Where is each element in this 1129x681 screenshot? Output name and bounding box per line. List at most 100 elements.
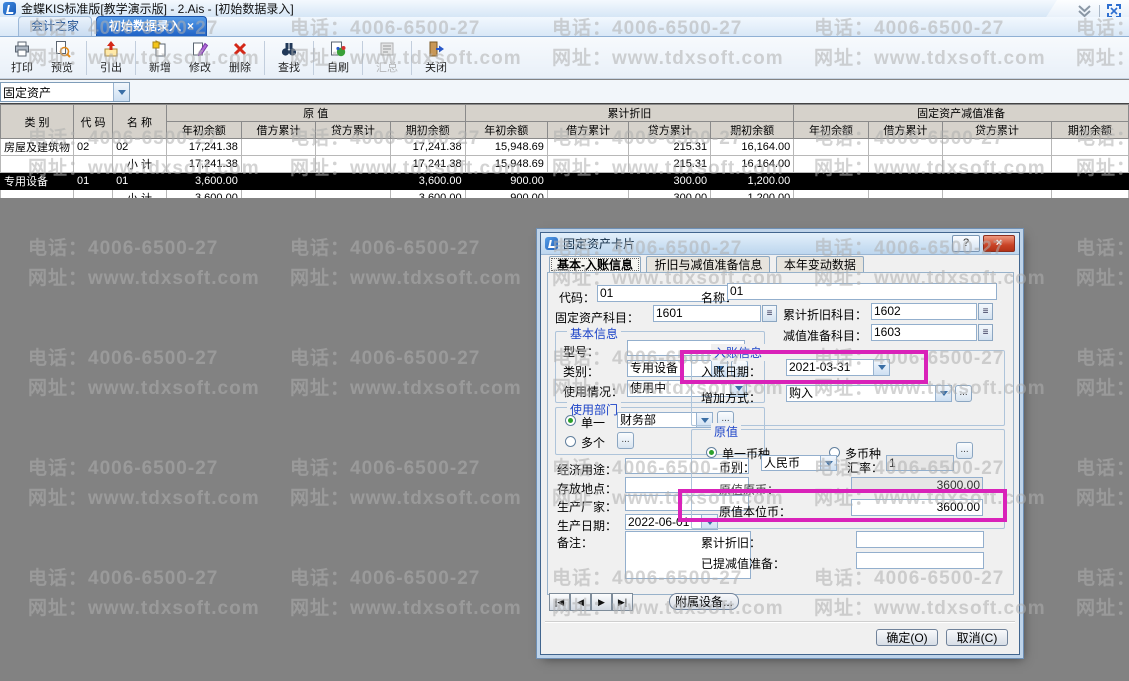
collapse-chevron-icon[interactable]: [1077, 5, 1092, 17]
previous-record-button[interactable]: ◀: [570, 593, 591, 611]
column-header[interactable]: 年初余额: [794, 122, 868, 139]
column-header[interactable]: 名 称: [113, 105, 167, 139]
chevron-down-icon[interactable]: [873, 360, 889, 375]
refresh-button[interactable]: 自刷: [318, 38, 358, 78]
fa-account-lookup-icon[interactable]: ≡: [762, 305, 777, 322]
add-mode-select[interactable]: 购入: [786, 385, 952, 402]
dialog-tab-basic-info[interactable]: 基本-入账信息: [549, 256, 641, 273]
column-header[interactable]: 期初余额: [711, 122, 794, 139]
table-row[interactable]: 小 计3,600.003,600.00900.00300.001,200.00: [1, 190, 1129, 199]
currency-browse-button[interactable]: ...: [956, 442, 973, 459]
column-header[interactable]: 贷方累计: [316, 122, 390, 139]
tab-close-icon[interactable]: ×: [187, 19, 194, 33]
original-base-value-input[interactable]: 3600.00: [851, 499, 983, 516]
chevron-down-icon[interactable]: [820, 456, 836, 470]
dialog-titlebar: 固定资产卡片 ? ×: [541, 233, 1019, 255]
tab-initial-data-entry[interactable]: 初始数据录入×: [96, 16, 207, 36]
column-header[interactable]: 期初余额: [390, 122, 465, 139]
toolbar-separator: [264, 41, 265, 75]
expand-icon[interactable]: [1107, 4, 1121, 18]
printer-icon: [13, 40, 31, 58]
tab-accounting-home[interactable]: 会计之家: [18, 16, 92, 36]
table-cell: [943, 173, 1052, 190]
table-cell: 15,948.69: [465, 139, 547, 156]
dep-account-input[interactable]: 1602: [871, 303, 977, 320]
export-icon: [102, 40, 120, 58]
column-header[interactable]: 借方累计: [241, 122, 315, 139]
fixed-assets-table[interactable]: 类 别代 码名 称原 值累计折旧固定资产减值准备年初余额借方累计贷方累计期初余额…: [0, 103, 1129, 198]
imp-account-lookup-icon[interactable]: ≡: [978, 324, 993, 341]
table-cell: [794, 139, 868, 156]
table-cell: 15,948.69: [465, 156, 547, 173]
column-header[interactable]: 期初余额: [1051, 122, 1128, 139]
accumulated-depreciation-input[interactable]: [856, 531, 984, 548]
table-row[interactable]: 专用设备01013,600.003,600.00900.00300.001,20…: [1, 173, 1129, 190]
dialog-close-button[interactable]: ×: [983, 235, 1015, 252]
column-header[interactable]: 借方累计: [868, 122, 942, 139]
impairment-provision-label: 已提减值准备：: [701, 555, 785, 572]
table-cell: 17,241.38: [166, 156, 241, 173]
attachment-button[interactable]: 附属设备...: [669, 593, 739, 610]
currency-select[interactable]: 人民币: [761, 455, 837, 471]
original-base-value-label: 原值本位币：: [719, 503, 791, 520]
multi-dept-radio[interactable]: [565, 436, 576, 447]
chevron-down-icon[interactable]: [935, 386, 951, 401]
dialog-icon: [545, 237, 558, 250]
application-window: 金蝶KIS标准版[教学演示版] - 2.Ais - [初始数据录入] 会计之家 …: [0, 0, 1129, 681]
fa-account-input[interactable]: 1601: [653, 305, 761, 322]
accumulated-depreciation-label: 累计折旧：: [701, 534, 761, 551]
ok-button[interactable]: 确定(O): [876, 629, 938, 646]
last-record-button[interactable]: ▶|: [612, 593, 633, 611]
single-currency-radio[interactable]: [706, 447, 717, 458]
fixed-assets-grid[interactable]: 类 别代 码名 称原 值累计折旧固定资产减值准备年初余额借方累计贷方累计期初余额…: [0, 104, 1129, 198]
first-record-button[interactable]: |◀: [549, 593, 570, 611]
dialog-tab-current-year-changes[interactable]: 本年变动数据: [776, 256, 864, 273]
print-button[interactable]: 打印: [2, 38, 42, 78]
table-row[interactable]: 小 计17,241.3817,241.3815,948.69215.3116,1…: [1, 156, 1129, 173]
impairment-provision-input[interactable]: [856, 552, 984, 569]
summary-icon: [378, 40, 396, 58]
close-button[interactable]: 关闭: [416, 38, 456, 78]
original-currency-value-label: 原值原币：: [719, 481, 779, 498]
dialog-help-button[interactable]: ?: [952, 235, 980, 252]
preview-button[interactable]: 预览: [42, 38, 82, 78]
chevron-down-icon[interactable]: [113, 83, 129, 101]
table-cell: [943, 139, 1052, 156]
single-dept-radio[interactable]: [565, 415, 576, 426]
column-header[interactable]: 年初余额: [465, 122, 547, 139]
entry-date-select[interactable]: 2021-03-31: [786, 359, 890, 376]
column-header[interactable]: 年初余额: [166, 122, 241, 139]
code-label: 代码：: [559, 289, 595, 306]
column-header[interactable]: 借方累计: [547, 122, 629, 139]
dialog-title: 固定资产卡片: [563, 235, 635, 252]
multi-dept-browse-button[interactable]: ...: [617, 432, 634, 449]
table-row[interactable]: 房屋及建筑物020217,241.3817,241.3815,948.69215…: [1, 139, 1129, 156]
column-header[interactable]: 类 别: [1, 105, 74, 139]
model-label: 型号：: [563, 343, 599, 360]
imp-account-input[interactable]: 1603: [871, 324, 977, 341]
table-cell: 16,164.00: [711, 139, 794, 156]
modify-button[interactable]: 修改: [180, 38, 220, 78]
column-header[interactable]: 贷方累计: [943, 122, 1052, 139]
delete-button[interactable]: 删除: [220, 38, 260, 78]
add-mode-browse-button[interactable]: ...: [955, 385, 972, 402]
table-cell: [943, 156, 1052, 173]
export-button[interactable]: 引出: [91, 38, 131, 78]
cancel-button[interactable]: 取消(C): [946, 629, 1008, 646]
filter-select[interactable]: 固定资产: [0, 82, 130, 102]
imp-account-label: 减值准备科目：: [783, 327, 867, 344]
name-input[interactable]: 01: [727, 283, 997, 300]
watermark-text: 电话：4006-6500-27网址：www.tdxsoft.com: [1076, 344, 1129, 404]
column-header[interactable]: 代 码: [74, 105, 113, 139]
table-cell: 3,600.00: [390, 173, 465, 190]
new-document-icon: [151, 40, 169, 58]
table-cell: [1051, 173, 1128, 190]
next-record-button[interactable]: ▶: [591, 593, 612, 611]
column-header[interactable]: 贷方累计: [629, 122, 711, 139]
add-button[interactable]: 新增: [140, 38, 180, 78]
dep-account-lookup-icon[interactable]: ≡: [978, 303, 993, 320]
dialog-tab-depreciation-info[interactable]: 折旧与减值准备信息: [646, 256, 770, 273]
table-cell: [241, 190, 315, 199]
watermark-text: 电话：4006-6500-27网址：www.tdxsoft.com: [1076, 454, 1129, 514]
find-button[interactable]: 查找: [269, 38, 309, 78]
